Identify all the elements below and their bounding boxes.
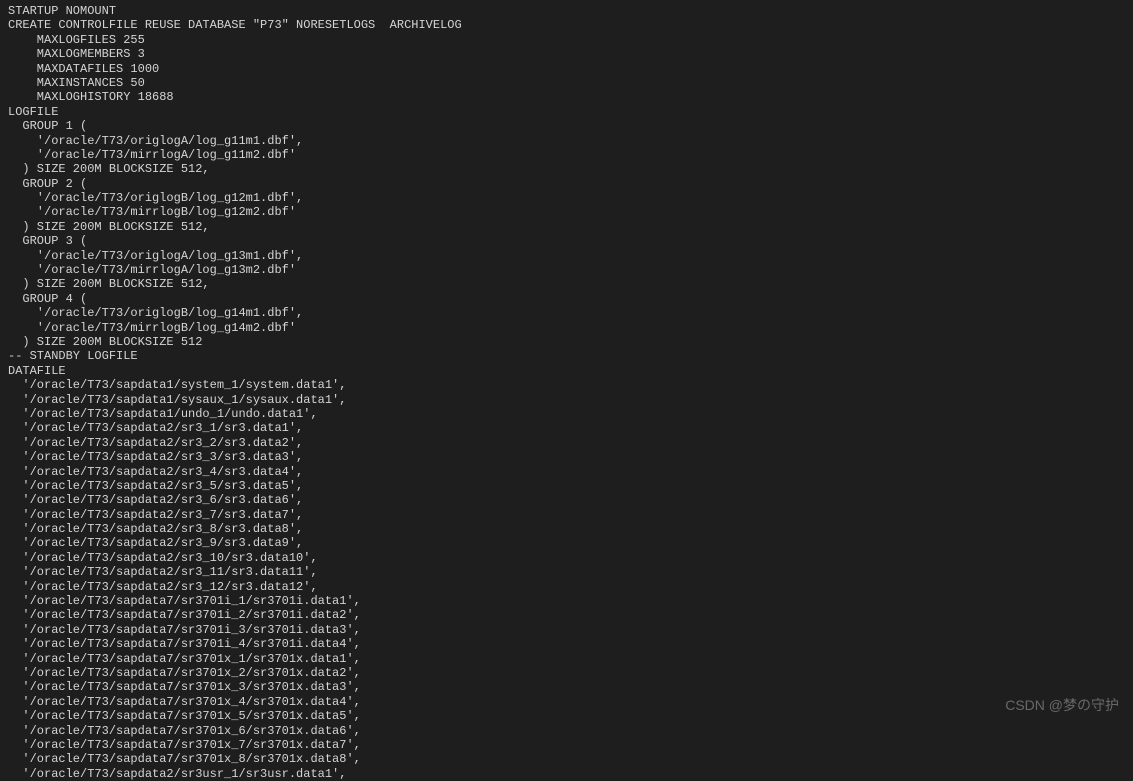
terminal-line: '/oracle/T73/mirrlogB/log_g12m2.dbf'	[8, 205, 1125, 219]
terminal-line: GROUP 2 (	[8, 177, 1125, 191]
terminal-line: '/oracle/T73/sapdata7/sr3701x_8/sr3701x.…	[8, 752, 1125, 766]
terminal-output: STARTUP NOMOUNTCREATE CONTROLFILE REUSE …	[8, 4, 1125, 781]
terminal-line: '/oracle/T73/sapdata7/sr3701x_7/sr3701x.…	[8, 738, 1125, 752]
terminal-line: MAXLOGHISTORY 18688	[8, 90, 1125, 104]
terminal-line: '/oracle/T73/sapdata7/sr3701x_3/sr3701x.…	[8, 680, 1125, 694]
terminal-line: '/oracle/T73/sapdata7/sr3701i_3/sr3701i.…	[8, 623, 1125, 637]
terminal-line: ) SIZE 200M BLOCKSIZE 512,	[8, 162, 1125, 176]
terminal-line: '/oracle/T73/origlogB/log_g12m1.dbf',	[8, 191, 1125, 205]
terminal-line: DATAFILE	[8, 364, 1125, 378]
terminal-line: ) SIZE 200M BLOCKSIZE 512,	[8, 277, 1125, 291]
terminal-line: '/oracle/T73/sapdata2/sr3_12/sr3.data12'…	[8, 580, 1125, 594]
terminal-line: STARTUP NOMOUNT	[8, 4, 1125, 18]
terminal-line: MAXDATAFILES 1000	[8, 62, 1125, 76]
terminal-line: '/oracle/T73/sapdata7/sr3701x_1/sr3701x.…	[8, 652, 1125, 666]
terminal-line: '/oracle/T73/sapdata2/sr3_3/sr3.data3',	[8, 450, 1125, 464]
terminal-line: ) SIZE 200M BLOCKSIZE 512,	[8, 220, 1125, 234]
terminal-line: '/oracle/T73/sapdata7/sr3701x_4/sr3701x.…	[8, 695, 1125, 709]
terminal-line: '/oracle/T73/sapdata2/sr3_8/sr3.data8',	[8, 522, 1125, 536]
terminal-line: '/oracle/T73/sapdata2/sr3_5/sr3.data5',	[8, 479, 1125, 493]
terminal-line: '/oracle/T73/sapdata7/sr3701x_2/sr3701x.…	[8, 666, 1125, 680]
terminal-line: '/oracle/T73/sapdata2/sr3_9/sr3.data9',	[8, 536, 1125, 550]
terminal-line: '/oracle/T73/sapdata7/sr3701x_6/sr3701x.…	[8, 724, 1125, 738]
terminal-line: '/oracle/T73/origlogA/log_g13m1.dbf',	[8, 249, 1125, 263]
terminal-line: ) SIZE 200M BLOCKSIZE 512	[8, 335, 1125, 349]
watermark: CSDN @梦の守护	[1005, 697, 1119, 714]
terminal-line: GROUP 1 (	[8, 119, 1125, 133]
terminal-line: MAXLOGMEMBERS 3	[8, 47, 1125, 61]
terminal-line: CREATE CONTROLFILE REUSE DATABASE "P73" …	[8, 18, 1125, 32]
terminal-line: '/oracle/T73/sapdata2/sr3_6/sr3.data6',	[8, 493, 1125, 507]
terminal-line: '/oracle/T73/sapdata1/undo_1/undo.data1'…	[8, 407, 1125, 421]
terminal-line: LOGFILE	[8, 105, 1125, 119]
terminal-line: GROUP 3 (	[8, 234, 1125, 248]
terminal-line: '/oracle/T73/sapdata2/sr3_4/sr3.data4',	[8, 465, 1125, 479]
terminal-line: '/oracle/T73/mirrlogA/log_g13m2.dbf'	[8, 263, 1125, 277]
terminal-line: '/oracle/T73/sapdata2/sr3_7/sr3.data7',	[8, 508, 1125, 522]
terminal-line: '/oracle/T73/sapdata2/sr3_2/sr3.data2',	[8, 436, 1125, 450]
terminal-line: '/oracle/T73/mirrlogA/log_g11m2.dbf'	[8, 148, 1125, 162]
terminal-line: -- STANDBY LOGFILE	[8, 349, 1125, 363]
terminal-line: '/oracle/T73/sapdata2/sr3_1/sr3.data1',	[8, 421, 1125, 435]
terminal-line: '/oracle/T73/sapdata7/sr3701x_5/sr3701x.…	[8, 709, 1125, 723]
terminal-line: '/oracle/T73/sapdata7/sr3701i_4/sr3701i.…	[8, 637, 1125, 651]
terminal-line: '/oracle/T73/sapdata1/sysaux_1/sysaux.da…	[8, 393, 1125, 407]
terminal-line: MAXINSTANCES 50	[8, 76, 1125, 90]
terminal-line: '/oracle/T73/sapdata2/sr3_10/sr3.data10'…	[8, 551, 1125, 565]
terminal-line: '/oracle/T73/mirrlogB/log_g14m2.dbf'	[8, 321, 1125, 335]
terminal-line: '/oracle/T73/sapdata1/system_1/system.da…	[8, 378, 1125, 392]
terminal-line: '/oracle/T73/sapdata7/sr3701i_2/sr3701i.…	[8, 608, 1125, 622]
terminal-line: '/oracle/T73/sapdata7/sr3701i_1/sr3701i.…	[8, 594, 1125, 608]
terminal-line: '/oracle/T73/origlogB/log_g14m1.dbf',	[8, 306, 1125, 320]
terminal-line: '/oracle/T73/origlogA/log_g11m1.dbf',	[8, 134, 1125, 148]
terminal-line: GROUP 4 (	[8, 292, 1125, 306]
terminal-line: '/oracle/T73/sapdata2/sr3usr_1/sr3usr.da…	[8, 767, 1125, 781]
terminal-line: MAXLOGFILES 255	[8, 33, 1125, 47]
terminal-line: '/oracle/T73/sapdata2/sr3_11/sr3.data11'…	[8, 565, 1125, 579]
